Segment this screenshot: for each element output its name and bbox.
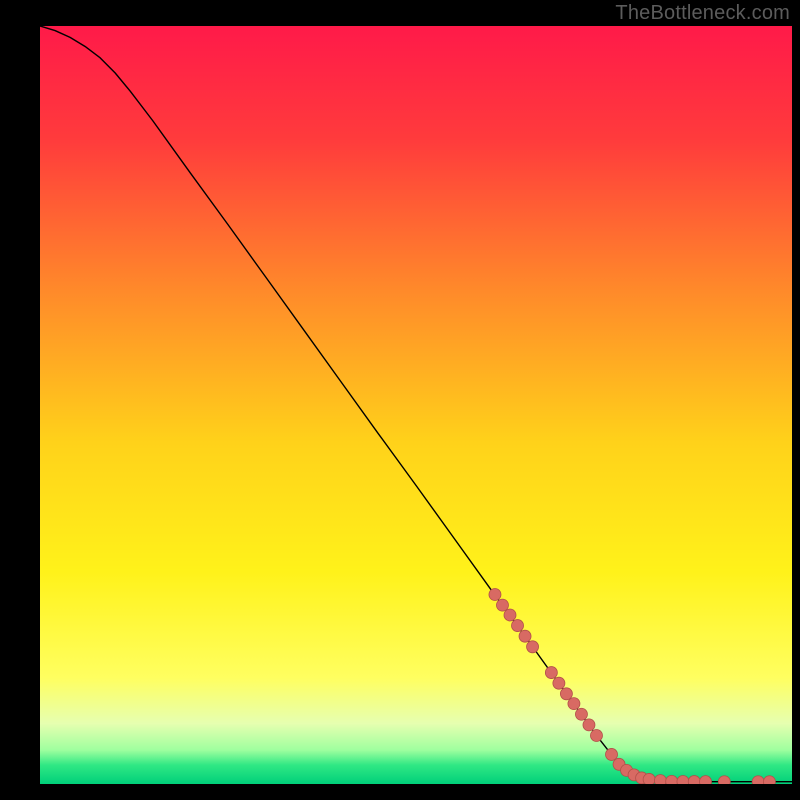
data-marker (575, 708, 587, 720)
data-marker (519, 630, 531, 642)
data-marker (666, 775, 678, 784)
data-marker (504, 609, 516, 621)
data-marker (718, 776, 730, 784)
data-marker (590, 729, 602, 741)
data-marker (496, 599, 508, 611)
chart-container: TheBottleneck.com (0, 0, 800, 800)
data-marker (512, 620, 524, 632)
data-marker (527, 641, 539, 653)
data-marker (553, 677, 565, 689)
chart-svg (40, 26, 792, 784)
data-marker (688, 776, 700, 784)
gradient-bg (40, 26, 792, 784)
data-marker (568, 698, 580, 710)
data-marker (752, 776, 764, 784)
data-marker (560, 688, 572, 700)
chart-plot (40, 26, 792, 784)
data-marker (643, 773, 655, 784)
data-marker (489, 589, 501, 601)
attribution-label: TheBottleneck.com (615, 2, 790, 25)
data-marker (700, 776, 712, 784)
data-marker (763, 776, 775, 784)
data-marker (545, 667, 557, 679)
data-marker (583, 719, 595, 731)
data-marker (654, 775, 666, 784)
data-marker (677, 776, 689, 785)
data-marker (606, 748, 618, 760)
